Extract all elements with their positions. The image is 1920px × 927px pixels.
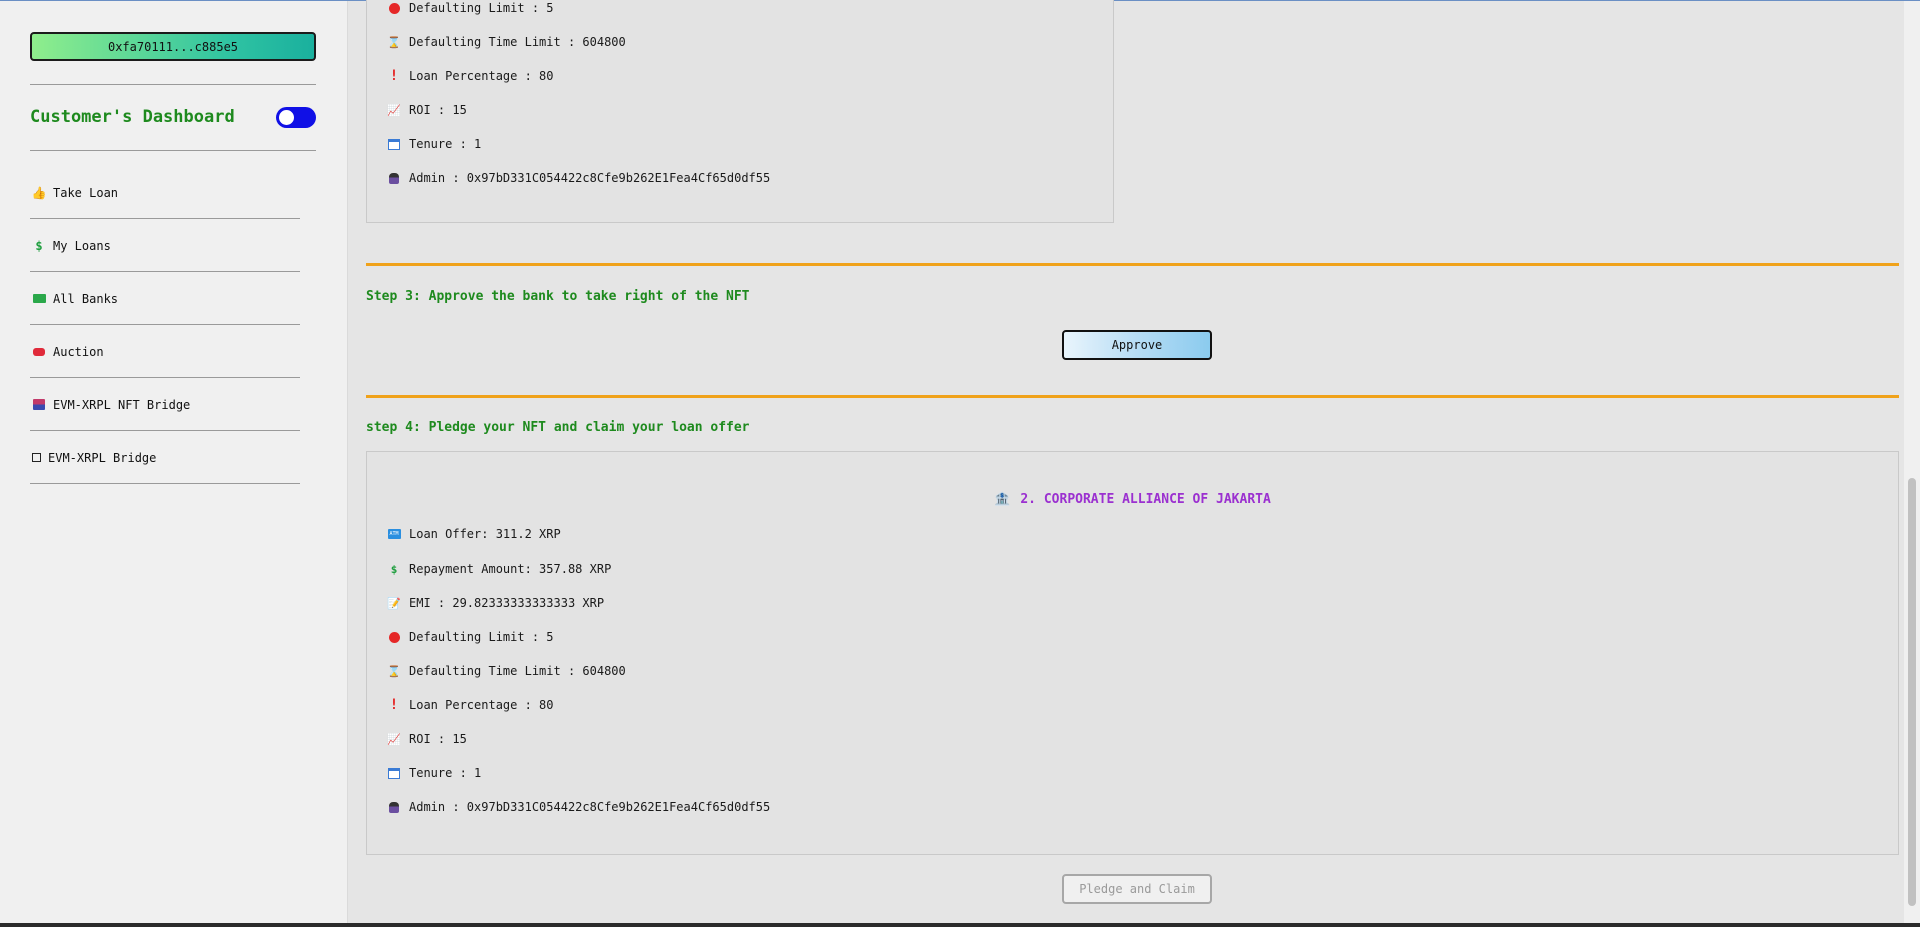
defaulting-limit-text: Defaulting Limit : 5	[409, 1, 554, 15]
money-bag-icon: 👍	[31, 185, 47, 200]
bridge-icon	[30, 399, 48, 410]
defaulting-limit-row: Defaulting Limit : 5	[387, 630, 554, 644]
loan-percentage-text: Loan Percentage : 80	[409, 698, 554, 712]
sidebar-item-my-loans[interactable]: $ My Loans	[30, 220, 300, 272]
defaulting-limit-row: Defaulting Limit : 5	[387, 1, 554, 15]
loan-percentage-text: Loan Percentage : 80	[409, 69, 554, 83]
sidebar: 0xfa70111...c885e5 Customer's Dashboard …	[0, 1, 348, 927]
defaulting-time-limit-text: Defaulting Time Limit : 604800	[409, 664, 626, 678]
calendar-icon	[387, 766, 401, 780]
tenure-row: Tenure : 1	[387, 137, 481, 151]
atm-icon: ATM	[387, 529, 401, 539]
banknote-icon	[30, 294, 48, 303]
dollar-icon: $	[390, 562, 398, 576]
red-circle-icon	[387, 630, 401, 644]
loan-percentage-row: ! Loan Percentage : 80	[387, 68, 554, 84]
sidebar-item-evm-xrpl-nft-bridge[interactable]: EVM-XRPL NFT Bridge	[30, 379, 300, 431]
bank-name-text: 2. CORPORATE ALLIANCE OF JAKARTA	[1020, 492, 1271, 507]
sidebar-item-all-banks[interactable]: All Banks	[30, 273, 300, 325]
loan-offer-row: ATM Loan Offer: 311.2 XRP	[387, 527, 561, 541]
main-content: Defaulting Limit : 5 ⌛ Defaulting Time L…	[349, 0, 1904, 927]
roi-row: 📈 ROI : 15	[387, 732, 467, 746]
sidebar-item-label: Take Loan	[53, 185, 119, 200]
sidebar-item-evm-xrpl-bridge[interactable]: EVM-XRPL Bridge	[30, 432, 300, 484]
chart-increasing-icon: 📈	[387, 732, 401, 746]
sidebar-divider	[30, 150, 316, 151]
approve-button[interactable]: Approve	[1062, 330, 1212, 360]
sidebar-item-label: EVM-XRPL Bridge	[48, 450, 157, 465]
step3-title: Step 3: Approve the bank to take right o…	[366, 289, 750, 304]
emi-row: 📝 EMI : 29.82333333333333 XRP	[387, 596, 604, 610]
defaulting-time-limit-row: ⌛ Defaulting Time Limit : 604800	[387, 664, 626, 678]
roi-row: 📈 ROI : 15	[387, 103, 467, 117]
step-divider	[366, 263, 1899, 266]
tenure-text: Tenure : 1	[409, 766, 482, 780]
roi-text: ROI : 15	[409, 103, 467, 117]
defaulting-time-limit-row: ⌛ Defaulting Time Limit : 604800	[387, 35, 626, 49]
sidebar-item-label: All Banks	[53, 291, 119, 306]
loan-percentage-row: ! Loan Percentage : 80	[387, 697, 554, 713]
bank-offer-card: 🏦 2. CORPORATE ALLIANCE OF JAKARTA ATM L…	[366, 451, 1899, 855]
step-divider	[366, 395, 1899, 398]
admin-row: Admin : 0x97bD331C054422c8Cfe9b262E1Fea4…	[387, 800, 770, 814]
bridge-box-icon	[30, 453, 43, 462]
loan-offer-text: Loan Offer: 311.2 XRP	[409, 527, 561, 541]
exclamation-icon: !	[389, 68, 399, 84]
admin-text: Admin : 0x97bD331C054422c8Cfe9b262E1Fea4…	[409, 171, 771, 185]
bank-building-icon: 🏦	[994, 492, 1011, 507]
hourglass-icon: ⌛	[387, 35, 401, 49]
exclamation-icon: !	[389, 697, 399, 713]
dollar-icon: $	[35, 238, 43, 253]
red-circle-icon	[387, 1, 401, 15]
roi-text: ROI : 15	[409, 732, 467, 746]
bottom-border	[0, 923, 1920, 927]
sidebar-item-auction[interactable]: Auction	[30, 326, 300, 378]
admin-row: Admin : 0x97bD331C054422c8Cfe9b262E1Fea4…	[387, 171, 770, 185]
sidebar-item-label: My Loans	[53, 238, 111, 253]
repayment-amount-row: $ Repayment Amount: 357.88 XRP	[387, 562, 612, 576]
bank-offer-card: Defaulting Limit : 5 ⌛ Defaulting Time L…	[366, 0, 1114, 223]
tenure-row: Tenure : 1	[387, 766, 481, 780]
step4-title: step 4: Pledge your NFT and claim your l…	[366, 420, 750, 435]
sidebar-item-take-loan[interactable]: 👍 Take Loan	[30, 167, 300, 219]
calendar-icon	[387, 137, 401, 151]
defaulting-time-limit-text: Defaulting Time Limit : 604800	[409, 35, 626, 49]
dashboard-toggle[interactable]	[276, 107, 316, 128]
pledge-and-claim-button[interactable]: Pledge and Claim	[1062, 874, 1212, 904]
sidebar-item-label: EVM-XRPL NFT Bridge	[53, 397, 191, 412]
chart-increasing-icon: 📈	[387, 103, 401, 117]
admin-text: Admin : 0x97bD331C054422c8Cfe9b262E1Fea4…	[409, 800, 771, 814]
admin-person-icon	[387, 800, 401, 814]
wallet-address-button[interactable]: 0xfa70111...c885e5	[30, 32, 316, 61]
emi-text: EMI : 29.82333333333333 XRP	[409, 596, 605, 610]
tenure-text: Tenure : 1	[409, 137, 482, 151]
vertical-scrollbar[interactable]	[1904, 1, 1920, 927]
sidebar-item-label: Auction	[53, 344, 104, 359]
admin-person-icon	[387, 171, 401, 185]
bank-name-heading: 🏦 2. CORPORATE ALLIANCE OF JAKARTA	[367, 492, 1898, 507]
scrollbar-thumb[interactable]	[1908, 478, 1916, 906]
red-tag-icon	[30, 347, 48, 356]
repayment-amount-text: Repayment Amount: 357.88 XRP	[409, 562, 612, 576]
dashboard-title: Customer's Dashboard	[30, 107, 235, 127]
memo-icon: 📝	[387, 596, 401, 610]
hourglass-icon: ⌛	[387, 664, 401, 678]
toggle-knob	[279, 110, 294, 125]
defaulting-limit-text: Defaulting Limit : 5	[409, 630, 554, 644]
sidebar-divider	[30, 84, 316, 85]
